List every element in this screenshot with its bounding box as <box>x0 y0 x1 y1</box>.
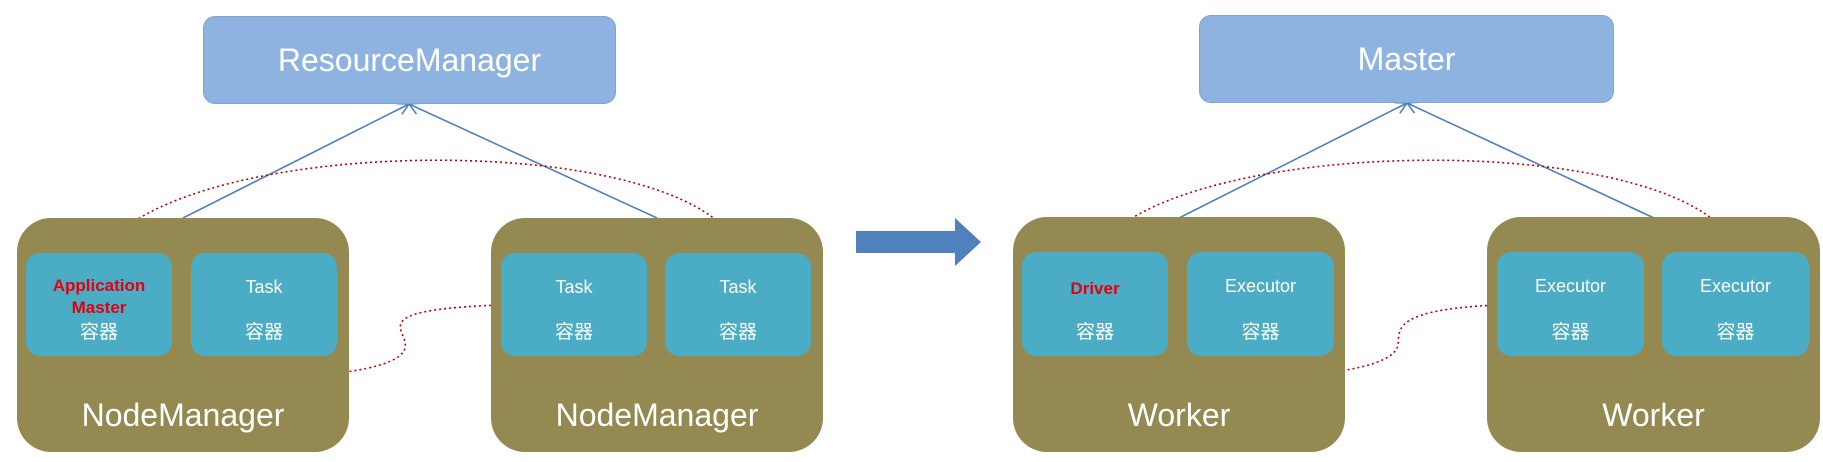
container-sub: 容器 <box>1716 321 1755 343</box>
container-task: Task 容器 <box>191 253 337 356</box>
container-title: Driver <box>1070 279 1120 298</box>
container-title-text: Application Master <box>52 276 146 317</box>
master-box: Master <box>1199 15 1614 103</box>
left-nodemanager-2: Task 容器 Task 容器 NodeManager <box>491 218 823 452</box>
container-title: Application Master <box>26 275 172 319</box>
right-worker-1: Driver 容器 Executor 容器 Worker <box>1013 217 1345 452</box>
diagram: ResourceManager Application Master 容器 Ta… <box>0 0 1823 462</box>
left-nodemanager-1: Application Master 容器 Task 容器 NodeManage… <box>17 218 349 452</box>
resourcemanager-label: ResourceManager <box>277 41 542 78</box>
node-label: NodeManager <box>81 397 285 433</box>
container-sub: 容器 <box>1551 321 1590 343</box>
container-sub: 容器 <box>79 321 118 343</box>
container-task: Task 容器 <box>665 253 811 356</box>
container-driver: Driver 容器 <box>1022 252 1168 356</box>
container-title: Executor <box>1534 276 1607 296</box>
container-executor: Executor 容器 <box>1497 252 1644 356</box>
container-title: Task <box>555 277 593 297</box>
transition-arrow <box>856 218 981 266</box>
node-label: NodeManager <box>555 397 759 433</box>
container-sub: 容器 <box>1075 321 1114 343</box>
container-task: Task 容器 <box>501 253 647 356</box>
node-label: Worker <box>1127 397 1231 433</box>
right-worker-2: Executor 容器 Executor 容器 Worker <box>1487 217 1820 452</box>
resourcemanager-box: ResourceManager <box>203 16 616 104</box>
container-sub: 容器 <box>244 321 283 343</box>
container-application-master: Application Master 容器 <box>26 253 172 356</box>
container-executor: Executor 容器 <box>1187 252 1334 356</box>
container-executor: Executor 容器 <box>1662 252 1809 356</box>
container-title: Task <box>719 277 757 297</box>
container-title: Task <box>245 277 283 297</box>
node-label: Worker <box>1602 397 1705 433</box>
link-left-node1-to-resourcemanager <box>182 102 411 219</box>
container-title: Executor <box>1699 276 1772 296</box>
link-right-worker1-to-master <box>1178 101 1409 219</box>
container-sub: 容器 <box>554 321 593 343</box>
container-sub: 容器 <box>1241 321 1280 343</box>
master-label: Master <box>1357 40 1456 77</box>
container-title: Executor <box>1224 276 1297 296</box>
container-sub: 容器 <box>718 321 757 343</box>
